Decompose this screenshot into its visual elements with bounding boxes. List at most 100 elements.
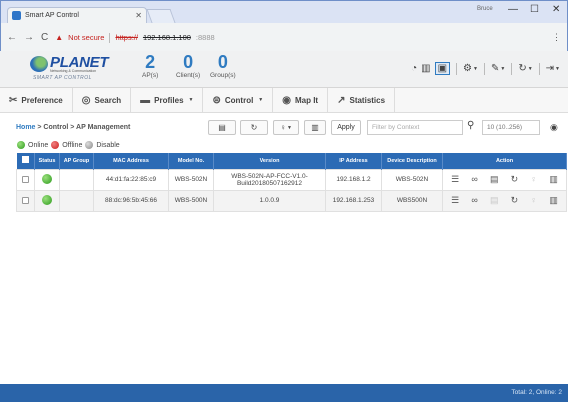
reload-icon[interactable]: C [41, 32, 48, 43]
header-action: Action [442, 153, 567, 169]
trash-icon[interactable]: ▥ [549, 175, 558, 184]
row-checkbox[interactable] [22, 196, 29, 204]
action-cell: ☰ ∞ ▤ ↻ ♀ ▥ [442, 168, 567, 191]
header-ip[interactable]: IP Address [325, 153, 382, 169]
close-window-icon[interactable]: ✕ [552, 4, 560, 15]
save-icon: ▤ [218, 123, 226, 132]
page-size-input[interactable] [482, 120, 540, 135]
online-status-icon [42, 194, 52, 205]
disable-dot-icon [85, 141, 94, 149]
link-icon[interactable]: ∞ [471, 196, 477, 205]
description-cell: WBS500N [381, 189, 443, 212]
sliders-icon[interactable]: ☰ [451, 196, 459, 205]
version-cell: 1.0.0.9 [213, 189, 326, 212]
header-description[interactable]: Device Description [381, 153, 443, 169]
reboot-button[interactable]: ↻ [240, 120, 268, 135]
menu-control[interactable]: ⊜ Control ▼ [203, 87, 274, 113]
menu-profiles[interactable]: ▬ Profiles ▼ [131, 87, 204, 113]
menu-preference[interactable]: ✂ Preference [0, 87, 73, 113]
row-select-cell [16, 168, 35, 191]
map-pin-icon: ◉ [282, 94, 291, 106]
logo-subtitle: SMART AP CONTROL [33, 75, 92, 81]
browser-menu-icon[interactable]: ⋮ [552, 32, 561, 43]
trash-icon[interactable]: ▥ [549, 196, 558, 205]
legend-offline: Offline [62, 141, 83, 149]
header-ap-group[interactable]: AP Group [59, 153, 94, 169]
row-actions: ☰ ∞ ▤ ↻ ♀ ▥ [443, 196, 566, 205]
browser-window: Smart AP Control ✕ Bruce — ☐ ✕ ← → C ▲ N… [0, 0, 568, 51]
tab-strip: Smart AP Control ✕ Bruce — ☐ ✕ [1, 1, 567, 23]
table-row[interactable]: 88:dc:96:5b:45:66 WBS-500N 1.0.0.9 192.1… [16, 189, 567, 212]
menu-map-it[interactable]: ◉ Map It [273, 87, 329, 113]
logout-icon[interactable]: ⇥ ▼ [546, 63, 560, 74]
model-cell: WBS-500N [168, 189, 214, 212]
header-divider [538, 62, 540, 75]
reboot-icon[interactable]: ↻ [511, 196, 519, 205]
header-model[interactable]: Model No. [168, 153, 214, 169]
ap-counter[interactable]: 2 AP(s) [142, 53, 158, 79]
header-status[interactable]: Status [34, 153, 60, 169]
menu-statistics[interactable]: ↗ Statistics [328, 87, 396, 113]
menu-statistics-label: Statistics [349, 95, 386, 105]
warning-icon[interactable]: ▲ [55, 33, 63, 42]
wrench-icon: ✂ [9, 94, 18, 106]
reboot-icon: ↻ [250, 123, 258, 132]
apply-button[interactable]: Apply [331, 120, 361, 135]
minimize-icon[interactable]: — [508, 4, 518, 15]
settings-gear-icon[interactable]: ⚙ ▼ [463, 63, 478, 74]
filter-input[interactable] [367, 120, 463, 135]
not-secure-label[interactable]: Not secure [68, 33, 104, 42]
close-tab-icon[interactable]: ✕ [135, 11, 142, 20]
bulb-icon[interactable]: ♀ [530, 175, 537, 184]
select-all-header[interactable] [16, 153, 35, 169]
new-tab-button[interactable] [146, 9, 176, 23]
refresh-icon[interactable]: ↻ ▼ [518, 63, 532, 74]
url-field[interactable]: ▲ Not secure https:// 192.168.1.100:8888 [55, 31, 545, 45]
search-icon: ◎ [81, 94, 91, 106]
reboot-icon[interactable]: ↻ [511, 175, 519, 184]
forward-arrow-icon[interactable]: → [24, 32, 34, 43]
menu-search[interactable]: ◎ Search [73, 87, 132, 113]
menu-control-label: Control [224, 95, 254, 105]
profile-label[interactable]: Bruce [477, 6, 493, 12]
menu-profiles-label: Profiles [154, 95, 184, 105]
planet-logo: PLANET Networking & Communication SMART … [30, 54, 112, 84]
client-counter[interactable]: 0 Client(s) [176, 53, 200, 79]
header-version[interactable]: Version [213, 153, 326, 169]
save-config-button[interactable]: ▤ [208, 120, 236, 135]
router-icon: ⊜ [212, 94, 221, 106]
table-header-row: Status AP Group MAC Address Model No. Ve… [16, 153, 567, 169]
table-row[interactable]: 44:d1:fa:22:85:c9 WBS-502N WBS-502N-AP-F… [16, 168, 567, 191]
save-icon[interactable]: ▤ [490, 175, 499, 184]
bar-chart-icon[interactable]: ▥ [421, 63, 430, 74]
sliders-icon[interactable]: ☰ [451, 175, 459, 184]
description-cell: WBS-502N [381, 168, 443, 191]
ap-group-cell [59, 189, 94, 212]
delete-button[interactable]: ▥ [304, 120, 326, 135]
group-counter[interactable]: 0 Group(s) [210, 53, 236, 79]
header-mac[interactable]: MAC Address [93, 153, 169, 169]
tools-wrench-icon[interactable]: ✎ ▼ [491, 63, 505, 74]
header-divider [483, 62, 485, 75]
app-header: PLANET Networking & Communication SMART … [0, 51, 568, 88]
dashboard-gauge-icon[interactable]: ◔ [411, 63, 417, 74]
select-all-checkbox[interactable] [21, 156, 29, 164]
save-icon[interactable]: ▤ [490, 196, 499, 205]
main-menu: ✂ Preference ◎ Search ▬ Profiles ▼ ⊜ Con… [0, 87, 568, 113]
maximize-icon[interactable]: ☐ [530, 4, 539, 15]
status-cell [34, 189, 60, 212]
eye-icon[interactable]: ◉ [550, 122, 558, 133]
search-icon[interactable]: ⚲ [467, 120, 474, 131]
breadcrumb-home-link[interactable]: Home [16, 124, 35, 131]
row-checkbox[interactable] [22, 175, 29, 183]
bulb-icon[interactable]: ♀ [530, 196, 537, 205]
browser-tab[interactable]: Smart AP Control ✕ [7, 7, 147, 23]
header-divider [511, 62, 513, 75]
back-arrow-icon[interactable]: ← [7, 32, 17, 43]
server-icon[interactable]: ▣ [434, 62, 451, 75]
menu-map-it-label: Map It [294, 95, 319, 105]
row-actions: ☰ ∞ ▤ ↻ ♀ ▥ [443, 175, 566, 184]
ip-cell: 192.168.1.2 [325, 168, 382, 191]
link-icon[interactable]: ∞ [471, 175, 477, 184]
locate-dropdown-button[interactable]: ♀ ▼ [273, 120, 299, 135]
